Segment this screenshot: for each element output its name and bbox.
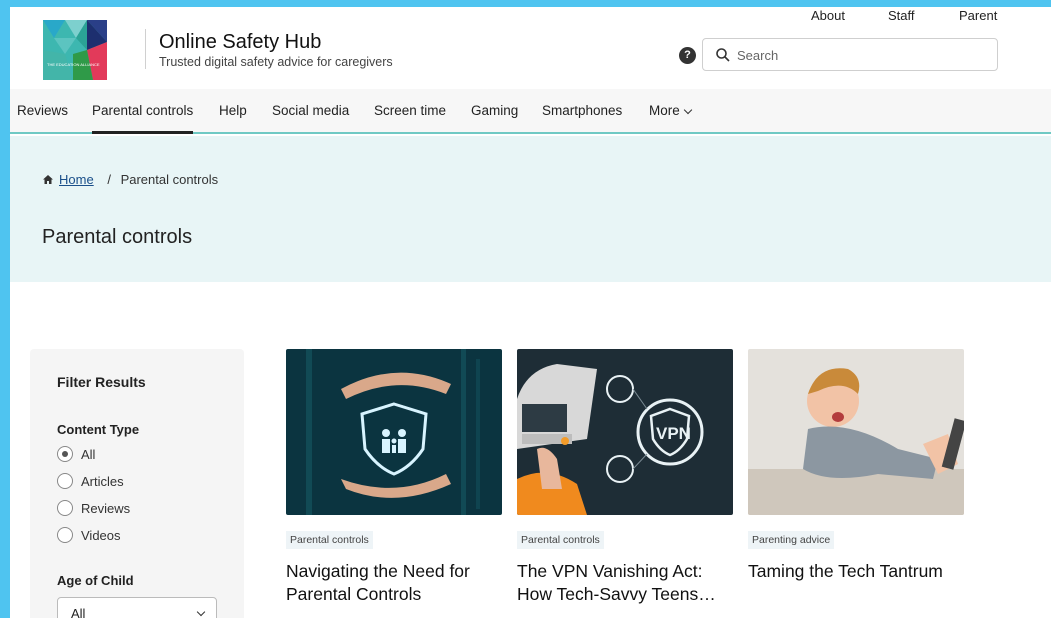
breadcrumb: Home / Parental controls	[43, 172, 218, 187]
nav-screen-time[interactable]: Screen time	[374, 103, 446, 118]
search-input[interactable]	[737, 44, 987, 66]
breadcrumb-home-link[interactable]: Home	[59, 172, 94, 187]
search-box[interactable]	[702, 38, 998, 71]
nav-more[interactable]: More	[649, 103, 693, 118]
age-select-value: All	[71, 606, 86, 618]
card-title[interactable]: Taming the Tech Tantrum	[748, 560, 964, 583]
main-nav: Reviews Parental controls Help Social me…	[10, 89, 1051, 134]
breadcrumb-current: Parental controls	[120, 172, 219, 187]
nav-more-label: More	[649, 103, 680, 118]
content-type-label: Content Type	[57, 422, 140, 437]
education-alliance-logo[interactable]: THE EDUCATION ALLIANCE	[43, 20, 107, 80]
radio-label: Reviews	[81, 501, 131, 516]
site-title[interactable]: Online Safety Hub	[159, 31, 321, 54]
filter-panel: Filter Results Content Type All Articles…	[30, 349, 244, 618]
help-icon[interactable]: ?	[679, 47, 696, 64]
vpn-laptop-image[interactable]: VPN	[517, 349, 733, 515]
shield-family-image[interactable]	[286, 349, 502, 515]
home-icon	[43, 175, 53, 184]
link-about[interactable]: About	[811, 8, 845, 23]
child-tantrum-image[interactable]	[748, 349, 964, 515]
radio-button[interactable]	[57, 527, 73, 543]
age-select[interactable]: All	[57, 597, 217, 618]
category-tag[interactable]: Parenting advice	[748, 531, 835, 549]
header-divider	[145, 29, 146, 69]
age-of-child-label: Age of Child	[57, 573, 134, 588]
card-title[interactable]: Navigating the Need for Parental Control…	[286, 560, 502, 606]
radio-button[interactable]	[57, 473, 73, 489]
filter-title: Filter Results	[57, 374, 146, 390]
radio-label: All	[81, 447, 96, 462]
site-subtitle: Trusted digital safety advice for caregi…	[159, 55, 393, 69]
nav-parental-controls[interactable]: Parental controls	[92, 103, 194, 134]
radio-label: Articles	[81, 474, 124, 489]
radio-label: Videos	[81, 528, 121, 543]
page-title: Parental controls	[42, 226, 193, 248]
logo-text: THE EDUCATION ALLIANCE	[47, 62, 100, 67]
chevron-down-icon	[683, 105, 693, 115]
link-staff[interactable]: Staff	[888, 8, 915, 23]
breadcrumb-separator: /	[107, 172, 111, 187]
site-header: THE EDUCATION ALLIANCE Online Safety Hub…	[10, 7, 1051, 89]
link-parent[interactable]: Parent	[959, 8, 997, 23]
category-tag[interactable]: Parental controls	[286, 531, 373, 549]
radio-button[interactable]	[57, 446, 73, 462]
chevron-down-icon	[196, 607, 206, 617]
nav-smartphones[interactable]: Smartphones	[542, 103, 622, 118]
radio-button[interactable]	[57, 500, 73, 516]
search-icon	[716, 48, 730, 62]
card-title[interactable]: The VPN Vanishing Act: How Tech-Savvy Te…	[517, 560, 733, 606]
nav-reviews[interactable]: Reviews	[17, 103, 68, 118]
browser-viewport: THE EDUCATION ALLIANCE Online Safety Hub…	[10, 7, 1051, 618]
nav-social-media[interactable]: Social media	[272, 103, 349, 118]
page-hero: Home / Parental controls Parental contro…	[10, 136, 1051, 282]
vpn-label: VPN	[656, 424, 691, 443]
nav-help[interactable]: Help	[219, 103, 247, 118]
nav-gaming[interactable]: Gaming	[471, 103, 518, 118]
category-tag[interactable]: Parental controls	[517, 531, 604, 549]
